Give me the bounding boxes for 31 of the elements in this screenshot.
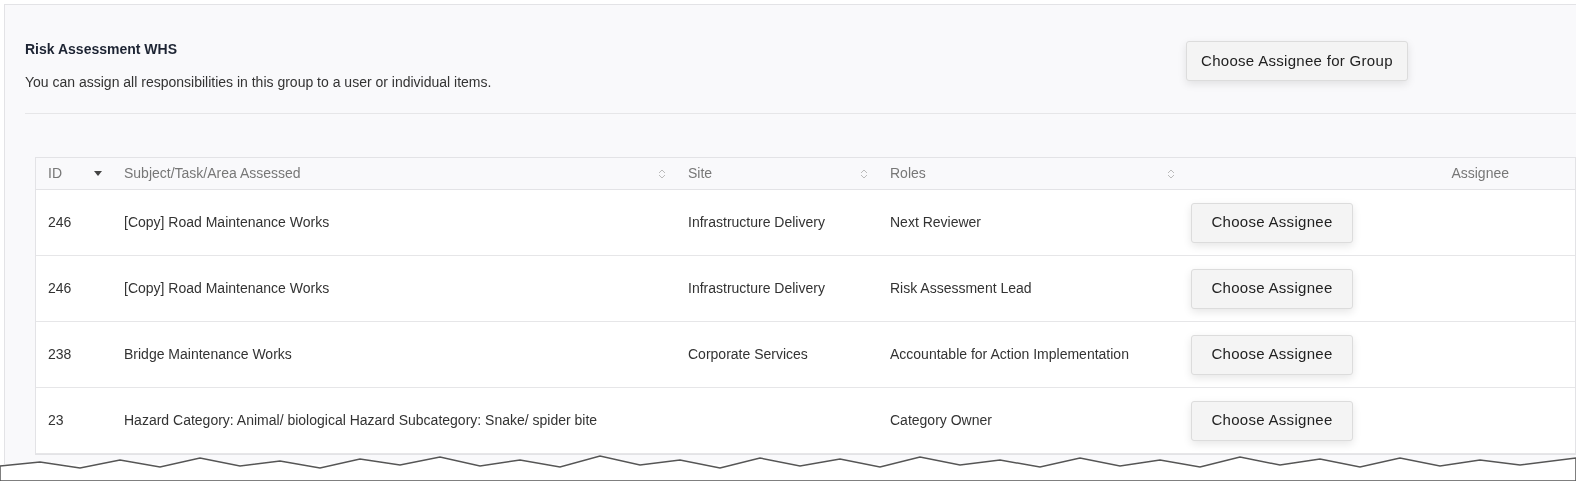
choose-assignee-button[interactable]: Choose Assignee bbox=[1191, 334, 1353, 375]
column-header: Roles bbox=[890, 164, 926, 183]
table-cell: Infrastructure Delivery bbox=[688, 214, 825, 230]
table-cell: Risk Assessment Lead bbox=[890, 280, 1032, 296]
table-cell: Infrastructure Delivery bbox=[688, 280, 825, 296]
table-cell: Category Owner bbox=[890, 412, 992, 428]
table-cell: 246 bbox=[48, 214, 72, 230]
sort-descending-icon[interactable] bbox=[94, 171, 102, 176]
column-header: Assignee bbox=[1451, 164, 1509, 183]
column-header: ID bbox=[48, 164, 62, 183]
table-cell: [Copy] Road Maintenance Works bbox=[124, 214, 330, 230]
sort-icon[interactable] bbox=[658, 167, 666, 180]
table-cell: [Copy] Road Maintenance Works bbox=[124, 280, 330, 296]
table-cell: Bridge Maintenance Works bbox=[124, 346, 292, 362]
column-header: Site bbox=[688, 164, 713, 183]
group-title: Risk Assessment WHS bbox=[25, 40, 178, 59]
table-cell: 23 bbox=[48, 412, 64, 428]
group-description: You can assign all responsibilities in this group to a user or individual items. bbox=[25, 73, 493, 92]
table-cell: Accountable for Action Implementation bbox=[890, 346, 1129, 362]
table-cell: Hazard Category: Animal/ biological Hazard Subcategory: Snake/ spider bite bbox=[124, 412, 598, 428]
column-header: Subject/Task/Area Assessed bbox=[124, 164, 301, 183]
table-cell: 238 bbox=[48, 346, 72, 362]
sort-icon[interactable] bbox=[1167, 167, 1175, 180]
table-cell: Corporate Services bbox=[688, 346, 808, 362]
table-cell: Next Reviewer bbox=[890, 214, 982, 230]
choose-assignee-button[interactable]: Choose Assignee bbox=[1191, 400, 1353, 441]
table-cell: 246 bbox=[48, 280, 72, 296]
sort-icon[interactable] bbox=[860, 167, 868, 180]
choose-assignee-button[interactable]: Choose Assignee bbox=[1191, 202, 1353, 243]
choose-group-assignee-button[interactable]: Choose Assignee for Group bbox=[1186, 41, 1408, 81]
choose-assignee-button[interactable]: Choose Assignee bbox=[1191, 268, 1353, 309]
